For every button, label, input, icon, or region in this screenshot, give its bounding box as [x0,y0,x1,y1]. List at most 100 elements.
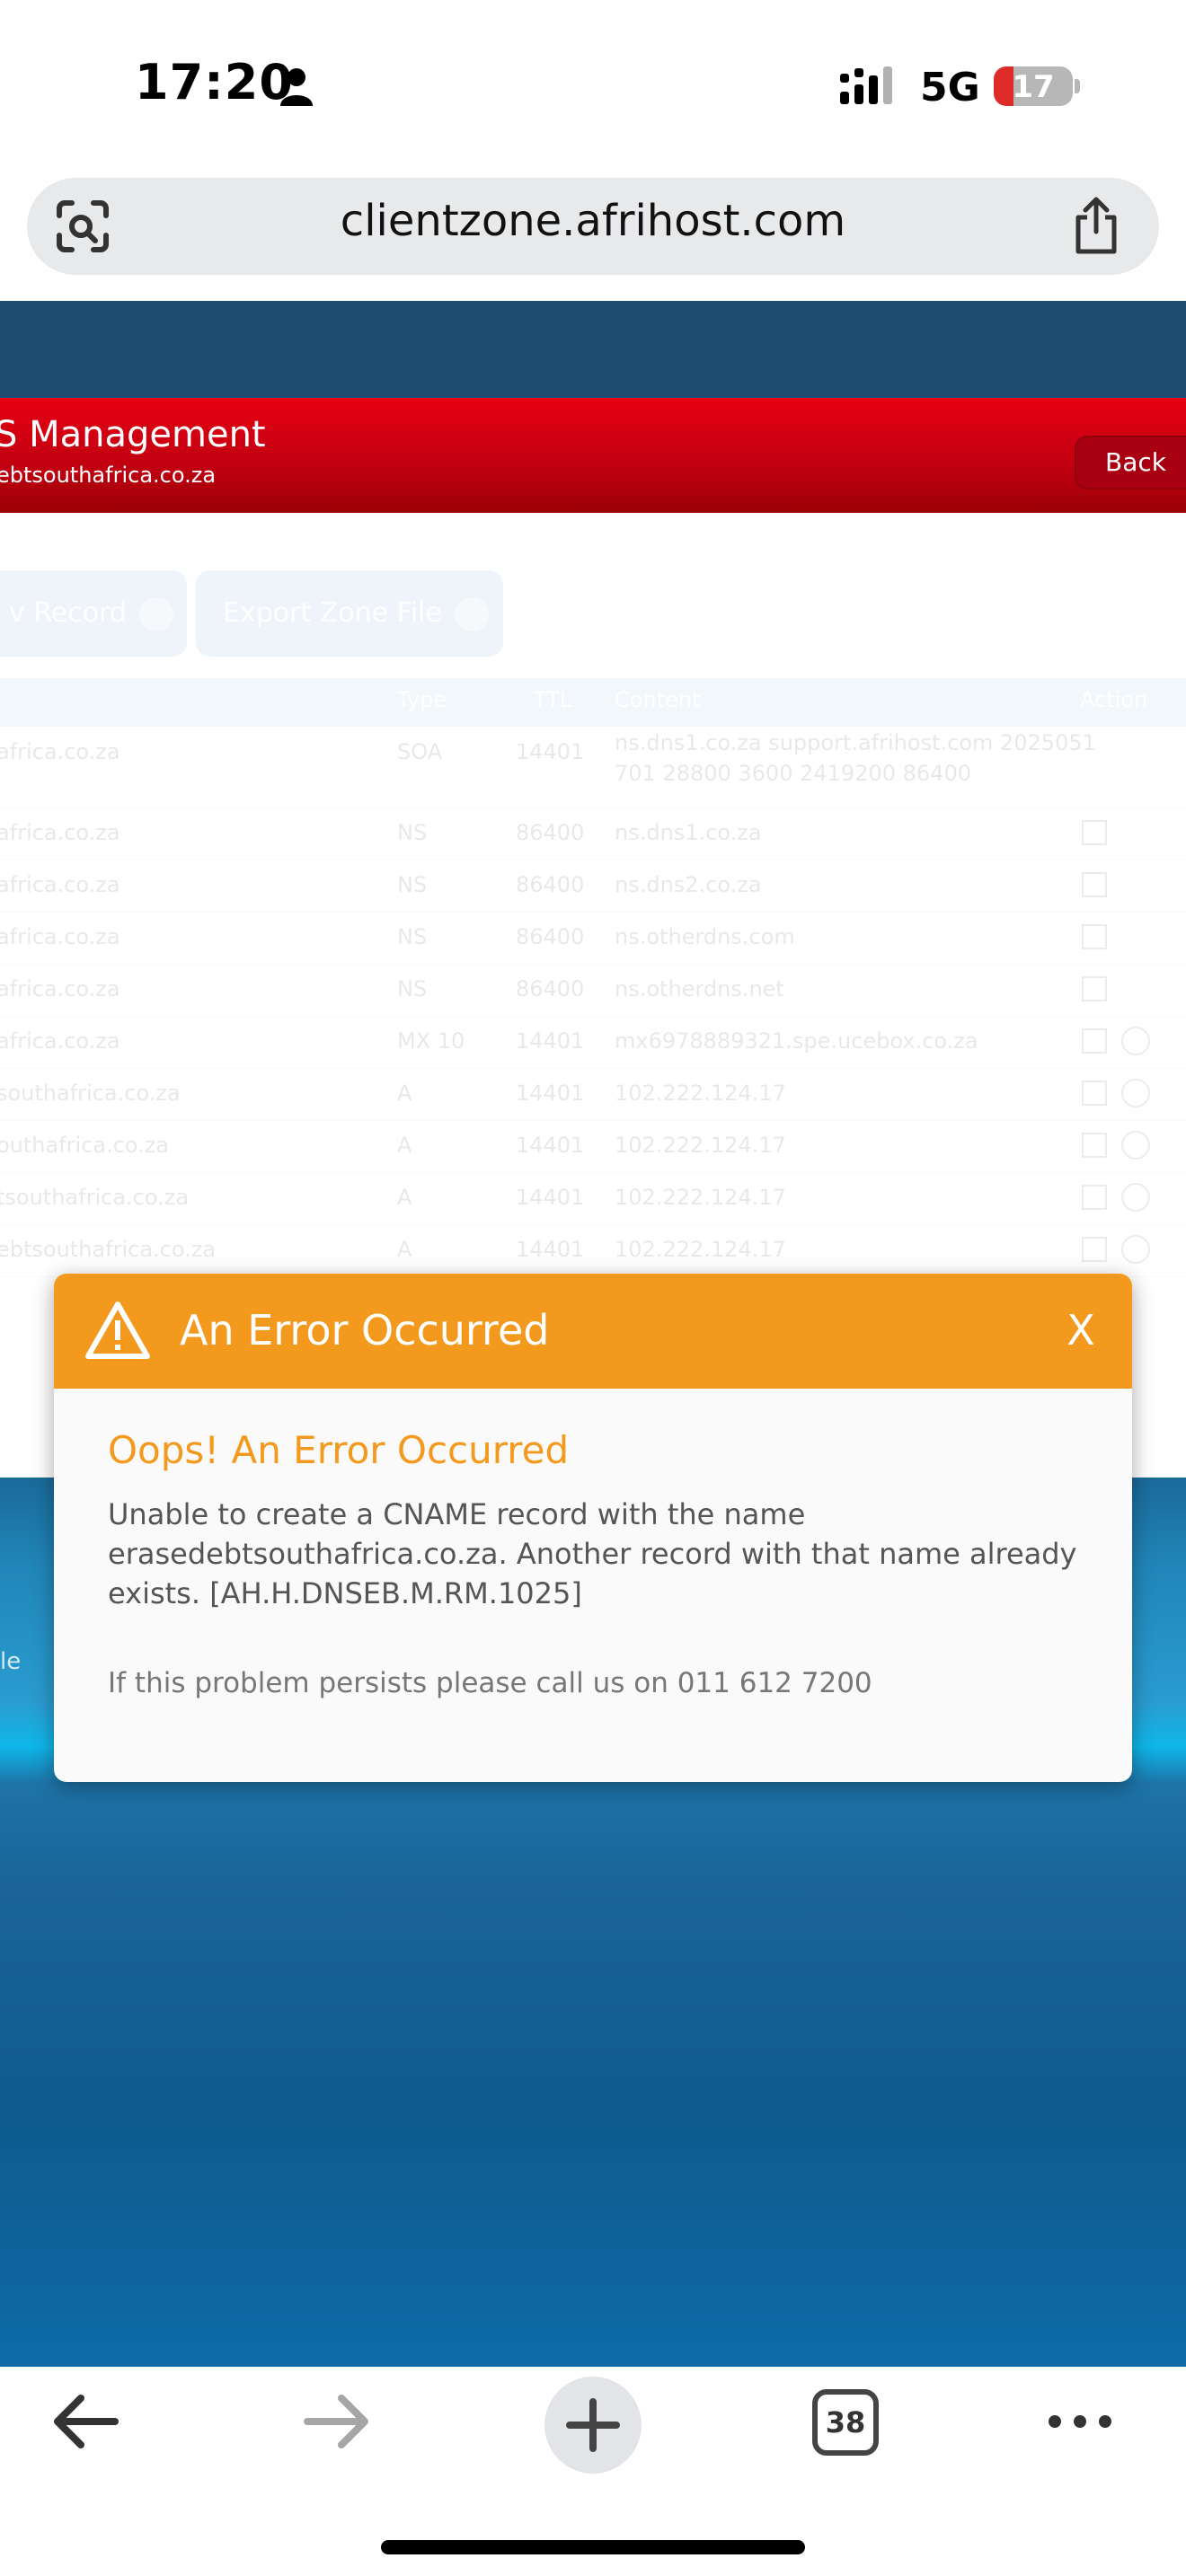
table-row: outhafrica.co.za A 14401 102.222.124.17 [0,1120,1186,1173]
delete-icon[interactable] [1121,1183,1150,1212]
record-name: southafrica.co.za [0,1081,181,1106]
new-tab-button[interactable] [544,2377,642,2474]
network-type: 5G [920,65,980,110]
record-name: africa.co.za [0,976,120,1001]
record-name: africa.co.za [0,924,120,949]
delete-icon[interactable] [1121,1131,1150,1160]
lens-icon[interactable] [54,199,111,253]
site-header-band [0,301,1186,398]
back-arrow-icon[interactable] [47,2389,122,2454]
delete-icon[interactable] [1121,1235,1150,1264]
delete-icon[interactable] [1121,1079,1150,1107]
page-title: S Management [0,414,266,455]
record-ttl: 86400 [516,820,585,845]
record-ttl: 86400 [516,872,585,897]
signal-icon [840,66,892,104]
edit-icon[interactable] [1082,1133,1107,1158]
table-row: africa.co.za NS 86400 ns.dns2.co.za [0,860,1186,913]
modal-title: An Error Occurred [180,1306,550,1354]
record-name: africa.co.za [0,820,120,845]
record-content: ns.otherdns.com [615,924,795,949]
record-type: NS [397,872,428,897]
record-type: MX 10 [397,1028,465,1054]
edit-icon[interactable] [1082,820,1107,845]
battery-level: 17 [1012,69,1055,105]
export-zone-button[interactable]: Export Zone File [196,570,503,657]
status-time: 17:20 [135,54,294,110]
table-row: ebtsouthafrica.co.za A 14401 102.222.124.17 [0,1224,1186,1277]
battery-cap [1075,79,1080,93]
edit-icon[interactable] [1082,1028,1107,1054]
tabs-button[interactable]: 38 [812,2389,879,2456]
table-header: Type TTL Content Action [0,678,1186,727]
back-button[interactable]: Back [1075,436,1186,490]
table-row: africa.co.za SOA 14401 ns.dns1.co.za suppor… [0,727,1186,808]
table-row: africa.co.za NS 86400 ns.dns1.co.za [0,807,1186,860]
add-record-label: v Record [9,597,127,629]
record-content-cont: 701 28800 3600 2419200 86400 [615,761,971,786]
url-text[interactable]: clientzone.afrihost.com [180,196,1006,246]
record-type: SOA [397,739,443,764]
record-content: 102.222.124.17 [615,1237,786,1262]
warning-icon [85,1301,150,1359]
more-icon[interactable] [1044,2404,1116,2439]
record-type: A [397,1185,412,1210]
table-row: tsouthafrica.co.za A 14401 102.222.124.17 [0,1172,1186,1225]
record-ttl: 14401 [516,1081,585,1106]
record-type: A [397,1081,412,1106]
record-type: A [397,1133,412,1158]
plus-icon [566,2398,620,2452]
edit-icon[interactable] [1082,1185,1107,1210]
record-type: NS [397,924,428,949]
col-action: Action [1080,687,1148,712]
tab-count: 38 [825,2405,866,2439]
record-name: africa.co.za [0,872,120,897]
chevron-right-icon [454,596,489,631]
edit-icon[interactable] [1082,872,1107,897]
error-modal: An Error Occurred X Oops! An Error Occur… [54,1274,1132,1782]
record-ttl: 14401 [516,1133,585,1158]
record-type: A [397,1237,412,1262]
record-content: ns.dns2.co.za [615,872,762,897]
edit-icon[interactable] [1082,976,1107,1001]
col-content: Content [615,687,701,712]
forward-arrow-icon[interactable] [300,2389,376,2454]
support-note: If this problem persists please call us … [108,1667,872,1699]
record-ttl: 14401 [516,1237,585,1262]
record-content: ns.dns1.co.za support.afrihost.com 20250… [615,730,1096,755]
battery-indicator: 17 [994,66,1073,106]
table-row: africa.co.za NS 86400 ns.otherdns.net [0,964,1186,1017]
col-type: Type [397,687,447,712]
table-row: africa.co.za NS 86400 ns.otherdns.com [0,912,1186,965]
add-record-button[interactable]: v Record [0,570,187,657]
record-ttl: 14401 [516,1028,585,1054]
edit-icon[interactable] [1082,1081,1107,1106]
page-subtitle: ebtsouthafrica.co.za [0,463,217,488]
export-zone-label: Export Zone File [223,597,442,629]
record-type: NS [397,820,428,845]
record-content: ns.otherdns.net [615,976,784,1001]
delete-icon[interactable] [1121,1027,1150,1055]
record-ttl: 14401 [516,1185,585,1210]
person-icon [280,68,313,106]
error-message: Unable to create a CNAME record with the… [108,1497,1077,1610]
table-row: africa.co.za MX 10 14401 mx6978889321.spe.u… [0,1016,1186,1069]
record-ttl: 14401 [516,739,585,764]
share-icon[interactable] [1069,196,1123,255]
record-name: africa.co.za [0,739,120,764]
col-ttl: TTL [534,687,572,712]
record-content: ns.dns1.co.za [615,820,762,845]
record-ttl: 86400 [516,924,585,949]
close-button[interactable]: X [1051,1301,1111,1360]
side-label: le [0,1648,22,1675]
record-content: mx6978889321.spe.ucebox.co.za [615,1028,978,1054]
edit-icon[interactable] [1082,1237,1107,1262]
edit-icon[interactable] [1082,924,1107,949]
table-row: southafrica.co.za A 14401 102.222.124.17 [0,1068,1186,1121]
record-name: outhafrica.co.za [0,1133,170,1158]
dns-toolbar: v Record Export Zone File [0,570,1186,660]
record-content: 102.222.124.17 [615,1185,786,1210]
record-type: NS [397,976,428,1001]
record-name: ebtsouthafrica.co.za [0,1237,217,1262]
record-content: 102.222.124.17 [615,1133,786,1158]
